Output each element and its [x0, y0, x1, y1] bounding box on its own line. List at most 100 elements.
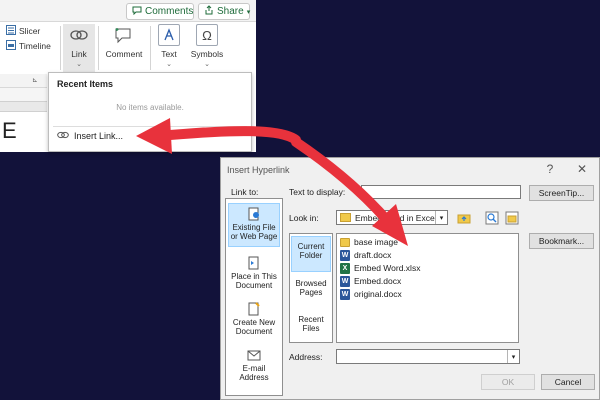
list-item[interactable]: W draft.docx: [340, 249, 391, 261]
nav-recent-files[interactable]: Recent Files: [291, 310, 331, 333]
slicer-label: Slicer: [19, 26, 41, 36]
screentip-button[interactable]: ScreenTip...: [529, 185, 594, 201]
link-to-place-in-document[interactable]: Place in This Document: [228, 253, 280, 297]
folder-icon: [340, 237, 350, 247]
comment-icon: [132, 6, 142, 18]
timeline-icon: [6, 40, 16, 52]
browsed-pages-label: Browsed Pages: [295, 279, 327, 298]
share-label: Share: [217, 6, 244, 17]
look-in-dropdown[interactable]: Embed Word in Excel ▾: [336, 210, 448, 225]
email-address-label: E-mail Address: [239, 364, 269, 383]
list-item[interactable]: X Embed Word.xlsx: [340, 262, 420, 274]
chevron-down-icon: ⌄: [204, 61, 210, 68]
dialog-launcher-icon[interactable]: ⊾: [32, 76, 38, 84]
list-item[interactable]: W original.docx: [340, 288, 402, 300]
slicer-icon: [6, 25, 16, 37]
file-name: Embed Word.xlsx: [354, 263, 421, 273]
symbols-button[interactable]: Ω Symbols ⌄: [190, 24, 224, 74]
word-file-icon: W: [340, 288, 350, 300]
recent-files-label: Recent Files: [298, 315, 324, 334]
link-to-label: Link to:: [231, 187, 259, 197]
text-box-icon: [158, 24, 180, 46]
link-dropdown-menu: Recent Items No items available. Insert …: [48, 72, 252, 152]
link-button[interactable]: Link ⌄: [63, 24, 95, 72]
link-to-panel: Existing File or Web Page Place in This …: [225, 198, 283, 396]
existing-file-label: Existing File or Web Page: [230, 223, 278, 242]
ribbon-group-footer: ⊾: [0, 74, 47, 88]
folder-icon: [340, 213, 351, 222]
link-icon: [68, 24, 90, 46]
omega-icon: Ω: [196, 24, 218, 46]
help-button[interactable]: ?: [541, 162, 559, 176]
chevron-down-icon: ▾: [246, 8, 251, 16]
text-to-display-label: Text to display:: [289, 187, 346, 197]
excel-file-icon: X: [340, 262, 350, 274]
file-list: base image W draft.docx X Embed Word.xls…: [336, 233, 519, 343]
no-items-text: No items available.: [116, 103, 184, 112]
file-name: base image: [354, 237, 398, 247]
timeline-label: Timeline: [19, 41, 51, 51]
insert-link-menu-item[interactable]: Insert Link...: [57, 131, 123, 141]
list-item[interactable]: W Embed.docx: [340, 275, 401, 287]
create-new-document-label: Create New Document: [232, 318, 276, 337]
close-button[interactable]: ✕: [573, 162, 591, 176]
look-in-nav: Current Folder Browsed Pages Recent File…: [289, 233, 333, 343]
current-folder-label: Current Folder: [297, 242, 325, 261]
insert-hyperlink-dialog: Insert Hyperlink ? ✕ Link to: Text to di…: [220, 157, 600, 400]
ok-button[interactable]: OK: [481, 374, 535, 390]
up-folder-icon[interactable]: [455, 210, 473, 226]
ribbon-separator: [150, 26, 151, 70]
timeline-button[interactable]: Timeline: [6, 40, 51, 52]
comments-label: Comments: [145, 6, 194, 17]
link-to-existing-file[interactable]: Existing File or Web Page: [228, 203, 280, 247]
symbols-label: Symbols: [190, 49, 224, 59]
spreadsheet-cell[interactable]: E: [0, 112, 47, 152]
look-in-value: Embed Word in Excel: [355, 213, 435, 223]
address-input[interactable]: ▾: [336, 349, 520, 364]
word-file-icon: W: [340, 249, 350, 261]
insert-link-label: Insert Link...: [74, 131, 124, 141]
column-header-row: [0, 102, 47, 112]
link-to-create-new-document[interactable]: Create New Document: [228, 299, 280, 343]
comment-button[interactable]: Comment: [102, 24, 146, 74]
ribbon-separator: [60, 26, 61, 70]
ribbon-topbar: Comments Share ▾: [0, 0, 256, 22]
list-item[interactable]: base image: [340, 236, 398, 248]
comments-button[interactable]: Comments: [126, 3, 194, 20]
link-label: Link: [71, 49, 87, 59]
nav-browsed-pages[interactable]: Browsed Pages: [291, 274, 331, 297]
link-to-email-address[interactable]: E-mail Address: [228, 345, 280, 389]
comment-label: Comment: [105, 49, 143, 59]
file-name: original.docx: [354, 289, 402, 299]
share-button[interactable]: Share ▾: [198, 3, 250, 20]
bookmark-button[interactable]: Bookmark...: [529, 233, 594, 249]
ribbon-separator: [98, 26, 99, 70]
cell-text: E: [2, 118, 17, 143]
text-to-display-input[interactable]: [361, 185, 521, 199]
word-file-icon: W: [340, 275, 350, 287]
file-name: Embed.docx: [354, 276, 402, 286]
menu-divider: [53, 126, 247, 127]
text-button[interactable]: Text ⌄: [155, 24, 183, 74]
place-in-document-icon: [247, 256, 261, 272]
share-icon: [204, 5, 214, 18]
recent-items-header: Recent Items: [57, 79, 114, 89]
browse-file-icon[interactable]: [503, 210, 521, 226]
chevron-down-icon: ⌄: [166, 61, 172, 68]
chevron-down-icon: ▾: [435, 211, 447, 224]
slicer-button[interactable]: Slicer: [6, 25, 40, 37]
text-label: Text: [161, 49, 177, 59]
link-icon: [57, 131, 69, 141]
formula-bar[interactable]: [0, 88, 47, 102]
browse-web-icon[interactable]: [483, 210, 501, 226]
cancel-button[interactable]: Cancel: [541, 374, 595, 390]
existing-file-icon: [247, 207, 261, 223]
email-icon: [247, 348, 261, 364]
new-comment-icon: [113, 24, 135, 46]
address-label: Address:: [289, 352, 323, 362]
dialog-title: Insert Hyperlink: [227, 165, 290, 175]
chevron-down-icon: ⌄: [76, 61, 82, 68]
nav-current-folder[interactable]: Current Folder: [291, 236, 331, 272]
file-name: draft.docx: [354, 250, 392, 260]
place-in-document-label: Place in This Document: [231, 272, 277, 291]
